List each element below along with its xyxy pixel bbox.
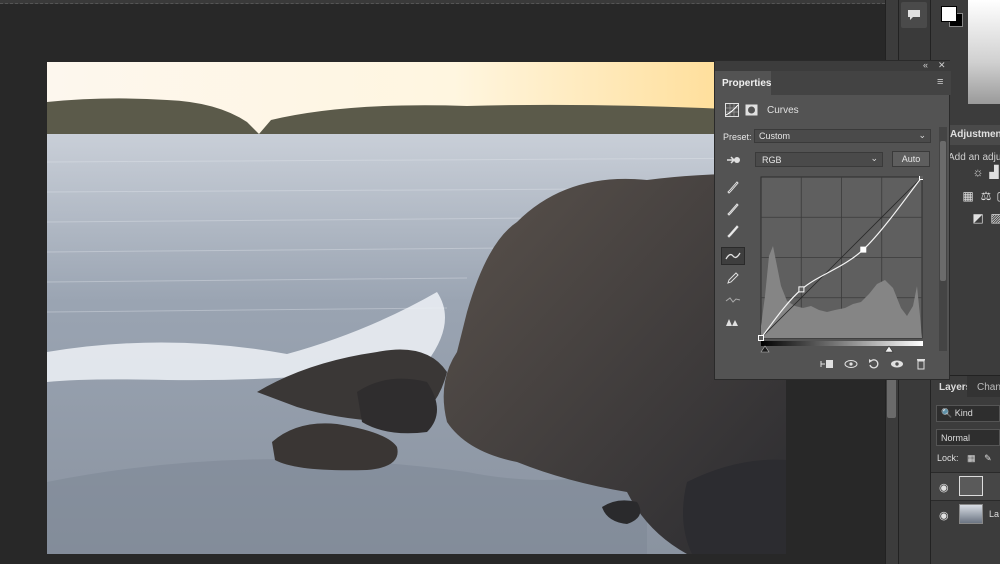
properties-panel: « ✕ Properties ≡ Curves Preset: Custom ⌄ [714,60,951,380]
threshold-icon[interactable]: ▨ [989,211,1000,225]
curve-point-icon[interactable] [721,247,745,265]
lock-pixels-icon[interactable]: ✎ [984,453,992,463]
coastal-rock-photo [47,62,786,554]
comment-icon [908,10,920,20]
lock-transparency-icon[interactable]: ▦ [967,453,976,463]
tab-properties[interactable]: Properties [715,71,771,95]
panel-title-strip: « ✕ [715,60,951,71]
layer-row[interactable]: ◉ La [931,500,1000,528]
channel-value: RGB [762,155,782,165]
chevron-down-icon: ⌄ [870,153,878,163]
preset-value: Custom [759,131,791,141]
document-photo [47,62,786,554]
curve-control-point[interactable] [860,246,867,253]
curves-graph[interactable] [757,176,923,344]
properties-scroll-thumb[interactable] [940,141,946,281]
visibility-eye-icon[interactable]: ◉ [939,509,949,522]
options-bar-edge [0,0,885,4]
balance-icon[interactable]: ⚖ [979,189,993,203]
adjustments-hint: Add an adjustment [948,152,1000,163]
curve-control-point[interactable] [758,335,764,341]
color-lookup-icon[interactable]: ▢ [995,189,1000,203]
color-picker-field[interactable] [968,0,1000,104]
tab-layers-label: Layers [939,382,967,393]
tab-channels-label: Channels [977,382,1000,393]
lock-row: Lock: ▦ ✎ [937,453,1000,467]
adjustment-title: Curves [767,105,799,116]
curves-adjustment-icon [725,103,758,117]
curve-control-point[interactable] [919,176,924,180]
tab-properties-label: Properties [722,78,772,89]
foreground-color-swatch[interactable] [941,6,957,22]
gray-point-eyedropper-icon[interactable] [721,201,745,219]
visibility-eye-icon[interactable]: ◉ [939,481,949,494]
layer-filter-kind[interactable]: 🔍 Kind [936,405,1000,422]
tab-adjustments-label: Adjustments [950,129,1000,140]
tab-channels[interactable]: Channels [969,376,1000,398]
black-point-eyedropper-icon[interactable] [721,179,745,197]
panel-menu-button[interactable]: ≡ [937,76,943,88]
layer-row[interactable]: ◉ [931,472,1000,500]
preset-label: Preset: [723,132,752,142]
curve-control-point[interactable] [798,286,805,293]
collapse-panel-button[interactable]: « [923,60,928,70]
lock-label: Lock: [937,453,959,463]
clipping-warning-icon[interactable] [721,313,745,331]
on-image-adjust-icon[interactable] [721,151,745,169]
white-point-eyedropper-icon[interactable] [721,223,745,241]
chevron-down-icon: ⌄ [918,130,926,140]
layer-name: La [989,509,1000,519]
search-icon: 🔍 [941,408,953,418]
reset-icon[interactable] [866,357,882,371]
kind-label: Kind [954,408,973,418]
image-layer-thumb [959,504,983,524]
properties-bottom-bar [715,351,951,377]
auto-button[interactable]: Auto [892,151,930,167]
comments-button[interactable] [901,2,927,28]
preset-select[interactable]: Custom ⌄ [754,129,931,143]
canvas-scroll-thumb[interactable] [887,378,896,418]
visibility-icon[interactable] [889,357,905,371]
trash-icon[interactable] [913,357,929,371]
adjustment-layer-thumb [959,476,983,496]
pencil-icon[interactable] [721,269,745,287]
exposure-icon[interactable]: ▦ [961,189,975,203]
properties-tab-bar: Properties ≡ [715,71,951,95]
curves-header [725,103,759,119]
levels-icon[interactable]: ▟ [987,165,1000,179]
smooth-icon[interactable] [721,291,745,309]
blend-mode-select[interactable]: Normal [936,429,1000,446]
view-previous-icon[interactable] [843,357,859,371]
channel-select[interactable]: RGB ⌄ [755,152,883,167]
invert-icon[interactable]: ◩ [971,211,985,225]
clip-to-layer-icon[interactable] [819,357,835,371]
close-panel-button[interactable]: ✕ [938,60,946,71]
brightness-icon[interactable]: ☼ [971,165,985,179]
